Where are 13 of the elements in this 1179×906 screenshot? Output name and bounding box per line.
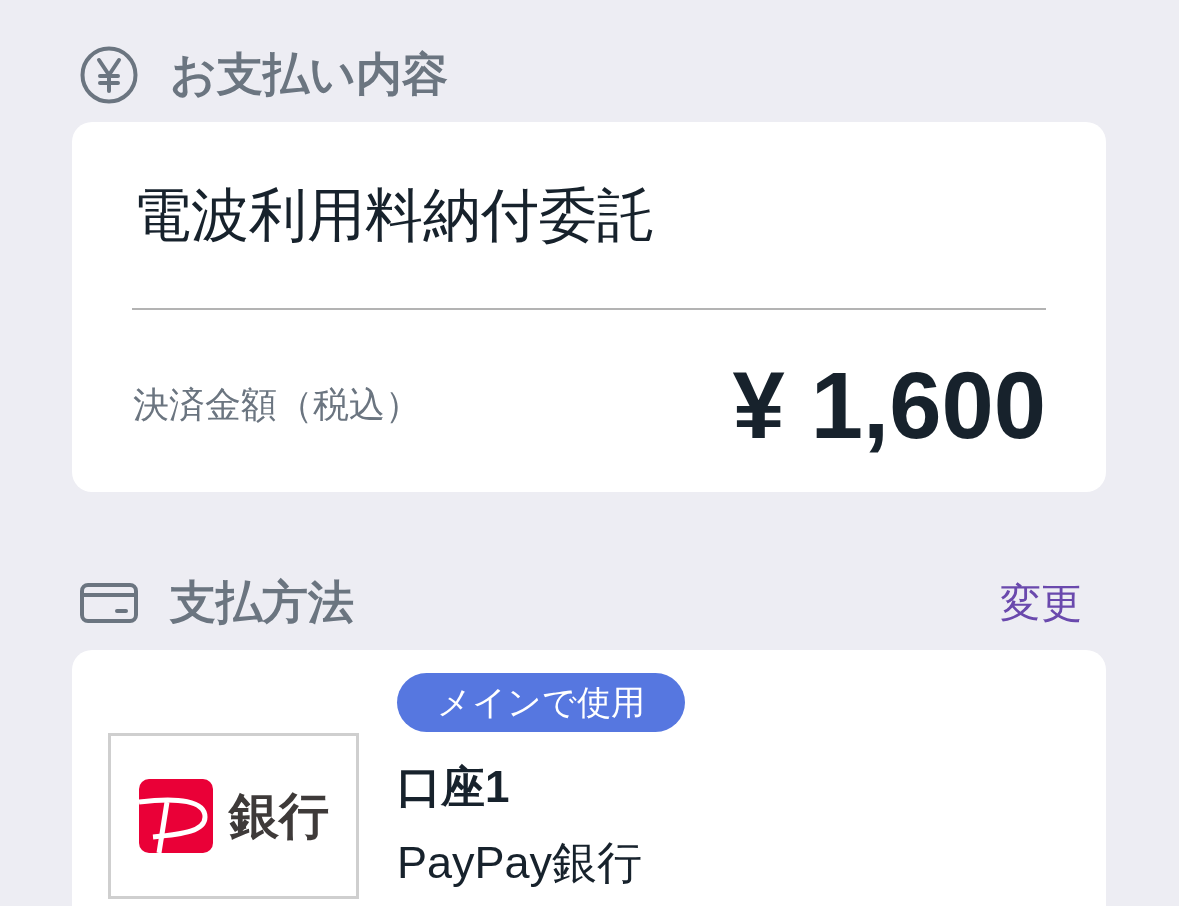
account-name: 口座1 — [397, 761, 510, 813]
bank-name: PayPay銀行 — [397, 836, 643, 890]
p-logo-icon — [138, 779, 213, 853]
main-use-badge: メインで使用 — [397, 673, 685, 732]
section-title: お支払い内容 — [170, 47, 449, 102]
amount-value: ¥ 1,600 — [732, 354, 1046, 457]
credit-card-icon — [80, 583, 138, 623]
logo-text: 銀行 — [228, 786, 329, 846]
yen-circle-icon — [80, 46, 138, 104]
section-title: 支払方法 — [170, 575, 355, 630]
item-name: 電波利用料納付委託 — [133, 182, 656, 248]
amount-label: 決済金額（税込） — [133, 383, 421, 427]
change-link[interactable]: 変更 — [1000, 575, 1082, 631]
